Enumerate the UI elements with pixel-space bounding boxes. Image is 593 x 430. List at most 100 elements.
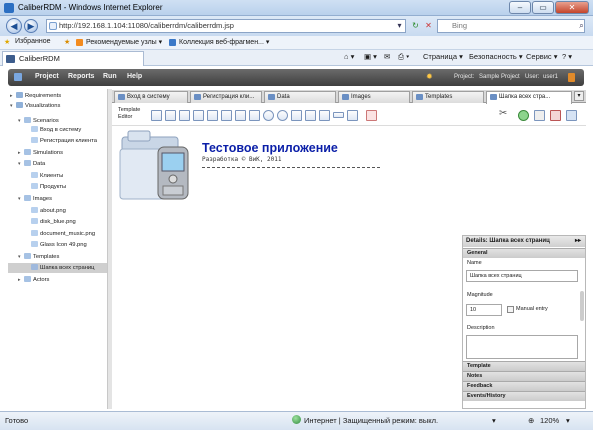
address-bar[interactable]: http://192.168.1.104:11080/caliberrdm/ca… xyxy=(46,19,406,33)
tab-images[interactable]: Images xyxy=(338,91,410,103)
logout-icon[interactable] xyxy=(568,73,575,82)
checkbox-tool-icon[interactable] xyxy=(249,110,260,121)
tree-item-document-music-png[interactable]: document_music.png xyxy=(31,229,95,239)
section-notes[interactable]: Notes xyxy=(463,371,585,381)
favorites-button[interactable]: Избранное xyxy=(15,38,50,45)
image-tool-icon[interactable] xyxy=(291,110,302,121)
zoom-level[interactable]: 120% xyxy=(540,416,559,425)
tree-item-visualizations[interactable]: ▾ Visualizations xyxy=(10,101,60,111)
star-add-icon[interactable]: ★ xyxy=(64,38,70,46)
security-zone-text[interactable]: Интернет | Защищенный режим: выкл. xyxy=(304,416,438,425)
search-icon[interactable]: ⌕ xyxy=(576,20,587,31)
tools-menu[interactable]: Сервис ▾ xyxy=(526,52,558,61)
tab-registration[interactable]: Регистрация кли... xyxy=(190,91,262,103)
section-events-history[interactable]: Events/History xyxy=(463,391,585,401)
name-field[interactable]: Шапка всех страниц xyxy=(466,270,578,282)
tree-item-products[interactable]: Продукты xyxy=(31,182,66,192)
ok-button-tool-icon[interactable] xyxy=(179,110,190,121)
protected-mode-icon[interactable]: ▾ xyxy=(492,416,496,425)
tree-item-actors[interactable]: ▸ Actors xyxy=(18,275,49,285)
camera-icon[interactable] xyxy=(566,110,577,121)
scissors-icon[interactable]: ✂ xyxy=(499,108,507,119)
maximize-button[interactable]: ▭ xyxy=(532,1,554,14)
list-tool-icon[interactable] xyxy=(221,110,232,121)
delete-icon[interactable] xyxy=(550,110,561,121)
section-template[interactable]: Template xyxy=(463,361,585,371)
print-icon[interactable]: ⎙ ▾ xyxy=(398,52,409,62)
page-menu[interactable]: Страница ▾ xyxy=(423,52,463,61)
tabs-menu-button[interactable]: ▾ xyxy=(574,91,584,101)
divider-line[interactable] xyxy=(202,167,380,168)
tab-data[interactable]: Data xyxy=(264,91,336,103)
tree-item-registration[interactable]: Регистрация клиента xyxy=(31,136,97,146)
tree-item-data[interactable]: ▾ Data xyxy=(18,159,45,169)
zoom-dropdown-icon[interactable]: ▾ xyxy=(566,416,570,425)
refresh-icon[interactable]: ↻ xyxy=(410,20,421,31)
scrollbar[interactable] xyxy=(580,291,584,321)
dropdown-arrow-icon[interactable]: ▾ xyxy=(394,20,405,31)
tree-item-login[interactable]: Вход в систему xyxy=(31,125,81,135)
lightbulb-icon[interactable]: ✹ xyxy=(426,72,433,81)
group-tool-icon[interactable] xyxy=(347,110,358,121)
section-general[interactable]: General xyxy=(463,248,585,258)
button-tool-icon[interactable] xyxy=(165,110,176,121)
stop-icon[interactable]: ✕ xyxy=(423,20,434,31)
editor-label-line2: Editor xyxy=(118,114,133,120)
tree-item-requirements[interactable]: ▸ Requirements xyxy=(10,91,61,101)
add-icon[interactable] xyxy=(518,110,529,121)
radio-tool-icon[interactable] xyxy=(263,110,274,121)
forward-button[interactable]: ▶ xyxy=(24,19,38,33)
magnitude-field[interactable]: 10 xyxy=(466,304,502,316)
tree-item-glass-icon-png[interactable]: Glass Icon 49.png xyxy=(31,240,87,250)
folder-icon xyxy=(16,92,23,99)
tree-item-about-png[interactable]: about.png xyxy=(31,206,66,216)
tab-login[interactable]: Вход в систему xyxy=(114,91,188,103)
close-window-button[interactable]: ✕ xyxy=(555,1,589,14)
description-field[interactable] xyxy=(466,335,578,359)
section-feedback[interactable]: Feedback xyxy=(463,381,585,391)
line-tool-icon[interactable] xyxy=(333,112,344,118)
menu-run[interactable]: Run xyxy=(103,73,117,80)
tree-item-simulations[interactable]: ▸ Simulations xyxy=(18,148,63,158)
app-title[interactable]: Тестовое приложение xyxy=(202,141,338,155)
home-icon[interactable]: ⌂ ▾ xyxy=(344,52,354,61)
window-titlebar: CaliberRDM - Windows Internet Explorer –… xyxy=(0,0,593,16)
search-input[interactable]: Bing xyxy=(437,19,585,33)
browser-tab[interactable]: CaliberRDM xyxy=(2,51,144,66)
menu-reports[interactable]: Reports xyxy=(68,73,94,80)
tab-templates[interactable]: Templates xyxy=(412,91,484,103)
link-tool-icon[interactable] xyxy=(277,110,288,121)
app-subtitle[interactable]: Разработка © ВиК, 2011 xyxy=(202,156,281,163)
tab-header-template[interactable]: Шапка всех стра... xyxy=(486,91,572,104)
textfield-tool-icon[interactable] xyxy=(193,110,204,121)
tree-item-header-template[interactable]: Шапка всех страниц xyxy=(8,263,107,273)
web-slice-gallery-link[interactable]: Коллекция веб-фрагмен... ▾ xyxy=(179,38,269,46)
tree-item-clients[interactable]: Клиенты xyxy=(31,171,63,181)
minimize-button[interactable]: – xyxy=(509,1,531,14)
details-header[interactable]: Details: Шапка всех страниц ▸▸ xyxy=(463,236,585,247)
collapse-icon[interactable]: ▸▸ xyxy=(575,236,581,247)
zoom-icon[interactable]: ⊕ xyxy=(528,416,534,425)
remove-icon[interactable] xyxy=(534,110,545,121)
panel-tool-icon[interactable] xyxy=(305,110,316,121)
help-menu[interactable]: ? ▾ xyxy=(562,52,572,61)
back-button[interactable]: ◀ xyxy=(6,18,22,34)
image-icon xyxy=(31,241,38,248)
users-tool-icon[interactable] xyxy=(366,110,377,121)
text-tool-icon[interactable] xyxy=(151,110,162,121)
suggested-sites-link[interactable]: Рекомендуемые узлы ▾ xyxy=(86,38,162,46)
tree-item-images[interactable]: ▾ Images xyxy=(18,194,52,204)
table-tool-icon[interactable] xyxy=(319,110,330,121)
section-template-label: Template xyxy=(467,363,491,369)
manual-entry-checkbox[interactable] xyxy=(507,306,514,313)
combo-tool-icon[interactable] xyxy=(235,110,246,121)
feeds-icon[interactable]: ▣ ▾ xyxy=(364,52,377,61)
menu-help[interactable]: Help xyxy=(127,73,142,80)
textarea-tool-icon[interactable] xyxy=(207,110,218,121)
tree-item-templates[interactable]: ▾ Templates xyxy=(18,252,59,262)
menu-project[interactable]: Project xyxy=(35,73,59,80)
mail-icon[interactable]: ✉ xyxy=(384,52,390,61)
safety-menu[interactable]: Безопасность ▾ xyxy=(469,52,523,61)
app-logo-icon xyxy=(14,73,22,81)
tree-item-disk-blue-png[interactable]: disk_blue.png xyxy=(31,217,76,227)
